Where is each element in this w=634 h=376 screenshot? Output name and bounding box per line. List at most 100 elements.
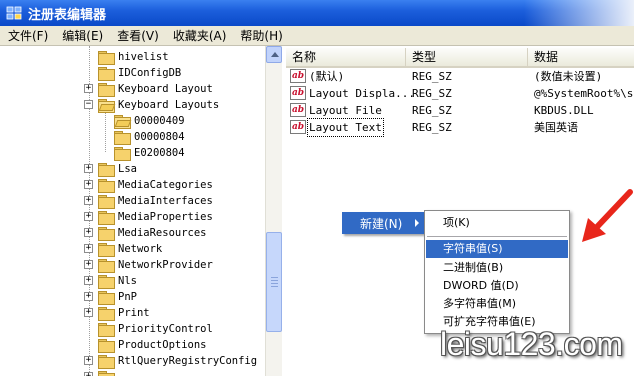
- expand-plus-icon[interactable]: +: [84, 228, 93, 237]
- list-item[interactable]: ab Layout Text REG_SZ 美国英语: [286, 118, 634, 137]
- tree-item[interactable]: MediaCategories: [98, 177, 214, 193]
- column-name[interactable]: 名称: [286, 48, 406, 66]
- tree-item-label: Network: [118, 243, 163, 255]
- folder-icon: [98, 259, 115, 273]
- watermark: leisu123.com: [440, 326, 623, 362]
- tree-item[interactable]: MediaResources: [98, 225, 208, 241]
- tree-item-label: IDConfigDB: [118, 67, 182, 79]
- expand-plus-icon[interactable]: +: [84, 292, 93, 301]
- tree-item-label: Lsa: [118, 163, 137, 175]
- folder-icon: [98, 291, 115, 305]
- tree-item[interactable]: NetworkProvider: [98, 257, 214, 273]
- expand-plus-icon[interactable]: +: [84, 196, 93, 205]
- tree-item-label: Keyboard Layouts: [118, 99, 220, 111]
- expand-plus-icon[interactable]: +: [84, 244, 93, 253]
- expand-plus-icon[interactable]: +: [84, 308, 93, 317]
- menu-item-dword-value[interactable]: DWORD 值(D): [426, 277, 568, 295]
- tree-item[interactable]: PnP: [98, 289, 138, 305]
- expand-plus-icon[interactable]: +: [84, 260, 93, 269]
- tree-item[interactable]: [98, 369, 115, 376]
- folder-icon: [98, 355, 115, 369]
- folder-icon: [98, 67, 115, 81]
- tree-item[interactable]: Keyboard Layout: [98, 81, 214, 97]
- title-bar: 注册表编辑器: [0, 0, 634, 26]
- value-name: Layout File: [309, 104, 382, 117]
- expand-plus-icon[interactable]: +: [84, 84, 93, 93]
- tree-item-label: PnP: [118, 291, 137, 303]
- menu-view[interactable]: 查看(V): [109, 27, 165, 44]
- tree-item[interactable]: IDConfigDB: [98, 65, 182, 81]
- tree-item-label: E0200804: [134, 147, 185, 159]
- tree-item-label: NetworkProvider: [118, 259, 213, 271]
- value-type: REG_SZ: [412, 104, 452, 117]
- tree-item[interactable]: E0200804: [114, 145, 186, 161]
- tree-item[interactable]: MediaProperties: [98, 209, 214, 225]
- expand-plus-icon[interactable]: +: [84, 356, 93, 365]
- window-title: 注册表编辑器: [28, 7, 107, 23]
- tree-item-label: RtlQueryRegistryConfig: [118, 355, 258, 367]
- scroll-up-arrow-icon[interactable]: [266, 46, 282, 63]
- value-name: Layout Displa...: [309, 87, 415, 100]
- tree-item[interactable]: PriorityControl: [98, 321, 214, 337]
- expand-plus-icon[interactable]: +: [84, 164, 93, 173]
- list-header: 名称 类型 数据: [286, 48, 634, 68]
- tree-item-label: PriorityControl: [118, 323, 213, 335]
- tree-item-label: hivelist: [118, 51, 169, 63]
- menu-file[interactable]: 文件(F): [0, 27, 54, 44]
- menu-edit[interactable]: 编辑(E): [54, 27, 109, 44]
- tree-item[interactable]: Keyboard Layouts: [98, 97, 220, 113]
- menu-item-key[interactable]: 项(K): [426, 214, 568, 232]
- tree-item-label: ProductOptions: [118, 339, 207, 351]
- value-data: 美国英语: [534, 121, 578, 134]
- tree-item[interactable]: 00000804: [114, 129, 186, 145]
- value-name: (默认): [309, 70, 345, 83]
- menu-item-binary-value[interactable]: 二进制值(B): [426, 259, 568, 277]
- tree-scrollbar[interactable]: [265, 46, 282, 376]
- tree-item-label: 00000409: [134, 115, 185, 127]
- value-type: REG_SZ: [412, 70, 452, 83]
- folder-icon: [98, 243, 115, 257]
- tree-item[interactable]: RtlQueryRegistryConfig: [98, 353, 258, 369]
- collapse-minus-icon[interactable]: −: [84, 100, 93, 109]
- menu-item-new[interactable]: 新建(N): [360, 215, 402, 232]
- scrollbar-thumb[interactable]: [266, 232, 282, 332]
- tree-item[interactable]: Nls: [98, 273, 138, 289]
- tree-item[interactable]: Network: [98, 241, 163, 257]
- value-data: @%SystemRoot%\sys: [534, 87, 634, 100]
- folder-icon: [114, 131, 131, 145]
- tree-item-label: Nls: [118, 275, 137, 287]
- column-data[interactable]: 数据: [528, 48, 634, 66]
- value-data: KBDUS.DLL: [534, 104, 594, 117]
- menu-favorites[interactable]: 收藏夹(A): [165, 27, 233, 44]
- tree-item[interactable]: MediaInterfaces: [98, 193, 214, 209]
- folder-icon: [98, 371, 115, 376]
- context-menu-new[interactable]: 新建(N): [342, 212, 424, 234]
- tree-item-label: MediaResources: [118, 227, 207, 239]
- expand-plus-icon[interactable]: +: [84, 372, 93, 376]
- expand-plus-icon[interactable]: +: [84, 212, 93, 221]
- list-item[interactable]: ab Layout File REG_SZ KBDUS.DLL: [286, 102, 634, 119]
- expand-plus-icon[interactable]: +: [84, 276, 93, 285]
- folder-icon: [98, 323, 115, 337]
- column-type[interactable]: 类型: [406, 48, 528, 66]
- expand-plus-icon[interactable]: +: [84, 180, 93, 189]
- list-item[interactable]: ab Layout Displa... REG_SZ @%SystemRoot%…: [286, 85, 634, 102]
- tree-item[interactable]: hivelist: [98, 49, 170, 65]
- menu-item-string-value[interactable]: 字符串值(S): [426, 240, 568, 258]
- menu-item-multi-string-value[interactable]: 多字符串值(M): [426, 295, 568, 313]
- tree-item-label: MediaProperties: [118, 211, 213, 223]
- folder-icon: [98, 195, 115, 209]
- menu-separator: [427, 236, 567, 237]
- tree-item-label: Keyboard Layout: [118, 83, 213, 95]
- new-submenu: 项(K) 字符串值(S) 二进制值(B) DWORD 值(D) 多字符串值(M)…: [424, 210, 570, 334]
- tree-item[interactable]: ProductOptions: [98, 337, 208, 353]
- menu-help[interactable]: 帮助(H): [232, 27, 288, 44]
- tree-item[interactable]: Print: [98, 305, 151, 321]
- tree-item-label: Print: [118, 307, 150, 319]
- value-type: REG_SZ: [412, 121, 452, 134]
- tree-item[interactable]: Lsa: [98, 161, 138, 177]
- registry-tree[interactable]: hivelist IDConfigDB + Keyboard Layout − …: [0, 46, 282, 376]
- list-item[interactable]: ab (默认) REG_SZ (数值未设置): [286, 68, 634, 85]
- tree-item-label: MediaInterfaces: [118, 195, 213, 207]
- tree-item-selected[interactable]: 00000409: [114, 113, 186, 129]
